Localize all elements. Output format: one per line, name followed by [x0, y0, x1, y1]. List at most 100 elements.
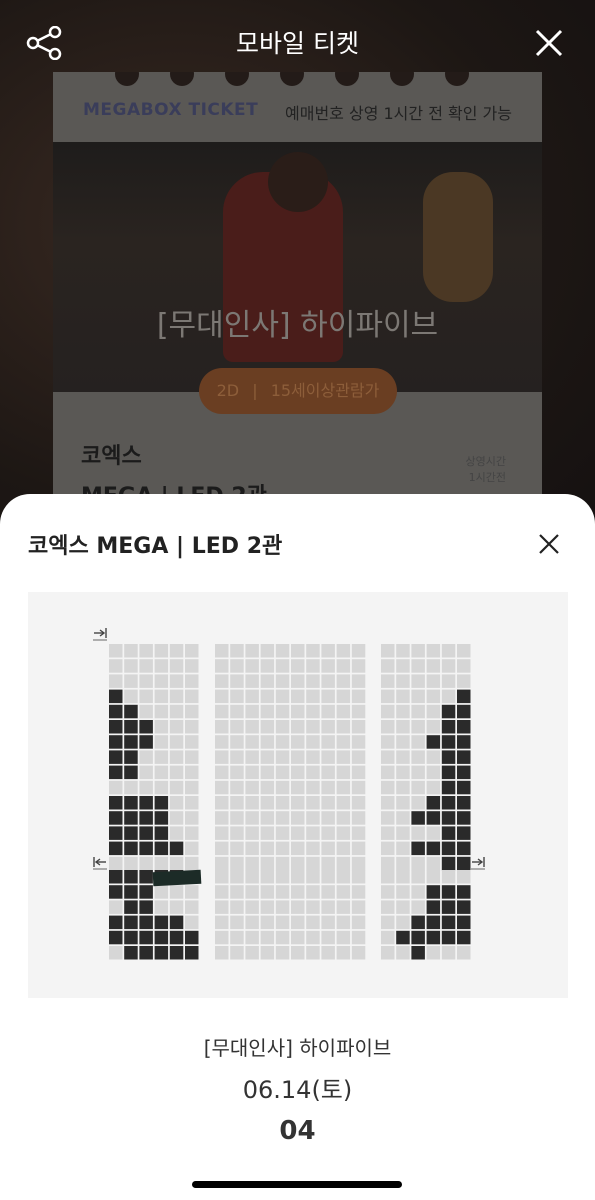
seat-available[interactable] [411, 796, 425, 810]
seat-available[interactable] [411, 900, 425, 914]
seat-available[interactable] [381, 900, 395, 914]
seat-available[interactable] [275, 644, 290, 658]
seat-available[interactable] [215, 885, 229, 899]
seat-available[interactable] [245, 780, 259, 795]
close-icon[interactable] [532, 26, 566, 60]
seat-available[interactable] [154, 689, 169, 704]
seat-available[interactable] [381, 659, 395, 673]
seat-available[interactable] [230, 796, 244, 810]
seat-available[interactable] [169, 796, 184, 810]
seat-available[interactable] [230, 915, 244, 930]
seat-available[interactable] [185, 689, 199, 704]
seat-available[interactable] [245, 735, 259, 749]
seat-available[interactable] [396, 689, 410, 704]
seat-available[interactable] [381, 704, 395, 719]
seat-available[interactable] [411, 765, 425, 780]
seat-available[interactable] [139, 659, 153, 673]
seat-available[interactable] [336, 659, 351, 673]
seat-available[interactable] [441, 689, 456, 704]
seat-available[interactable] [426, 659, 441, 673]
seat-available[interactable] [169, 811, 184, 825]
seat-available[interactable] [441, 674, 456, 688]
seat-available[interactable] [169, 900, 184, 914]
seat-available[interactable] [306, 915, 320, 930]
seat-available[interactable] [457, 946, 471, 960]
seat-available[interactable] [306, 704, 320, 719]
seat-available[interactable] [139, 856, 153, 871]
seat-available[interactable] [275, 856, 290, 871]
seat-available[interactable] [185, 735, 199, 749]
seat-available[interactable] [215, 856, 229, 871]
seat-available[interactable] [381, 841, 395, 856]
seat-available[interactable] [275, 900, 290, 914]
seat-available[interactable] [185, 765, 199, 780]
seat-available[interactable] [396, 885, 410, 899]
seat-available[interactable] [411, 870, 425, 884]
seat-available[interactable] [169, 720, 184, 734]
seat-available[interactable] [396, 704, 410, 719]
seat-available[interactable] [396, 750, 410, 764]
seat-available[interactable] [154, 720, 169, 734]
seat-available[interactable] [396, 735, 410, 749]
seat-available[interactable] [336, 750, 351, 764]
seat-available[interactable] [245, 930, 259, 945]
seat-available[interactable] [336, 689, 351, 704]
seat-available[interactable] [336, 704, 351, 719]
seat-available[interactable] [396, 659, 410, 673]
seat-available[interactable] [124, 856, 138, 871]
seat-available[interactable] [336, 841, 351, 856]
seat-available[interactable] [351, 870, 366, 884]
seat-available[interactable] [230, 704, 244, 719]
seat-available[interactable] [275, 720, 290, 734]
seat-available[interactable] [306, 841, 320, 856]
seat-available[interactable] [411, 750, 425, 764]
seat-available[interactable] [109, 780, 123, 795]
seat-available[interactable] [154, 900, 169, 914]
seat-available[interactable] [426, 689, 441, 704]
seat-available[interactable] [306, 689, 320, 704]
seat-available[interactable] [124, 659, 138, 673]
seat-available[interactable] [306, 870, 320, 884]
seat-available[interactable] [351, 689, 366, 704]
seat-available[interactable] [185, 915, 199, 930]
seat-available[interactable] [245, 870, 259, 884]
seat-available[interactable] [230, 826, 244, 840]
seat-available[interactable] [336, 811, 351, 825]
seat-available[interactable] [381, 780, 395, 795]
seat-available[interactable] [245, 826, 259, 840]
seat-available[interactable] [306, 735, 320, 749]
seat-available[interactable] [321, 750, 335, 764]
seat-available[interactable] [275, 780, 290, 795]
seat-available[interactable] [291, 856, 305, 871]
seat-available[interactable] [291, 915, 305, 930]
seat-available[interactable] [291, 826, 305, 840]
seat-available[interactable] [139, 704, 153, 719]
seat-available[interactable] [441, 870, 456, 884]
seat-available[interactable] [154, 644, 169, 658]
seat-available[interactable] [411, 826, 425, 840]
seat-available[interactable] [336, 870, 351, 884]
seat-available[interactable] [169, 704, 184, 719]
seat-available[interactable] [215, 946, 229, 960]
seat-available[interactable] [426, 674, 441, 688]
seat-available[interactable] [351, 826, 366, 840]
seat-available[interactable] [381, 765, 395, 780]
seat-available[interactable] [215, 720, 229, 734]
seat-available[interactable] [154, 856, 169, 871]
seat-available[interactable] [169, 644, 184, 658]
seat-available[interactable] [154, 674, 169, 688]
seat-available[interactable] [230, 856, 244, 871]
seat-available[interactable] [275, 704, 290, 719]
seat-available[interactable] [245, 644, 259, 658]
seat-available[interactable] [321, 674, 335, 688]
seat-available[interactable] [154, 735, 169, 749]
seat-available[interactable] [260, 644, 275, 658]
seat-available[interactable] [245, 946, 259, 960]
seat-available[interactable] [169, 735, 184, 749]
seat-available[interactable] [351, 720, 366, 734]
seat-available[interactable] [381, 811, 395, 825]
seat-available[interactable] [230, 870, 244, 884]
seat-available[interactable] [291, 750, 305, 764]
seat-available[interactable] [306, 659, 320, 673]
seat-available[interactable] [396, 900, 410, 914]
